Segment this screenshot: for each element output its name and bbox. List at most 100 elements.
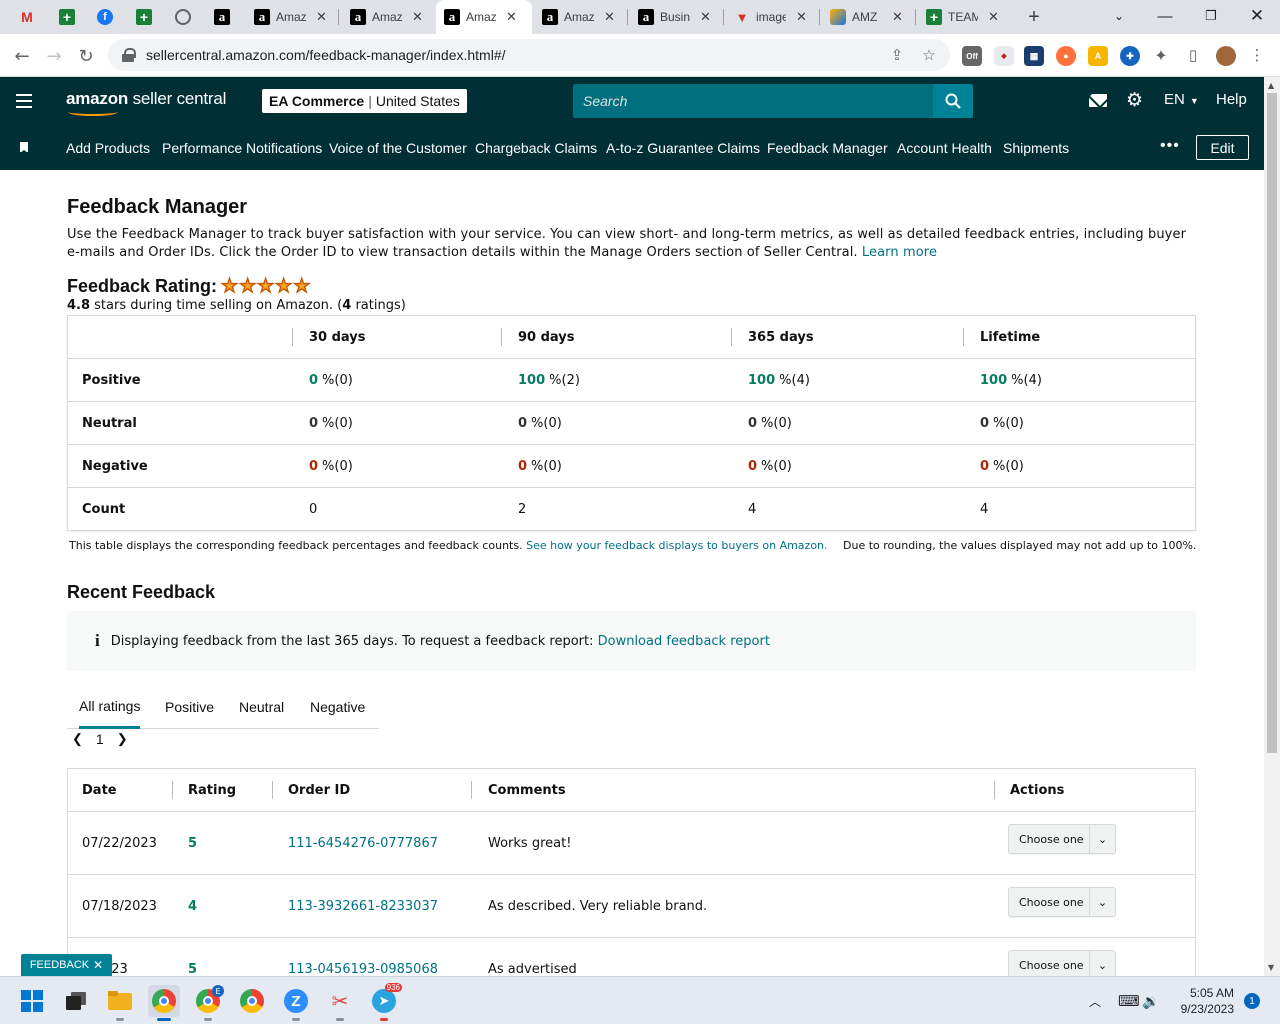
tab-sheets-1[interactable]: + bbox=[48, 0, 86, 34]
tab-gmail[interactable]: M bbox=[8, 0, 46, 34]
close-tab-icon[interactable]: ✕ bbox=[796, 9, 807, 25]
close-tab-icon[interactable]: ✕ bbox=[604, 9, 615, 25]
tab-negative[interactable]: Negative bbox=[310, 686, 365, 728]
tab-amazon-active[interactable]: a Amaz ✕ bbox=[436, 0, 532, 34]
search-button[interactable] bbox=[933, 84, 973, 118]
close-tab-icon[interactable]: ✕ bbox=[988, 9, 999, 25]
task-view-icon[interactable] bbox=[60, 985, 92, 1017]
close-tab-icon[interactable]: ✕ bbox=[892, 9, 903, 25]
tab-neutral[interactable]: Neutral bbox=[239, 686, 284, 728]
action-dropdown[interactable]: Choose one ⌄ bbox=[1008, 887, 1116, 917]
edit-nav-button[interactable]: Edit bbox=[1196, 135, 1249, 160]
learn-more-link[interactable]: Learn more bbox=[862, 245, 937, 260]
extension-icon-6[interactable]: ✚ bbox=[1120, 46, 1140, 66]
tab-amz[interactable]: AMZ ✕ bbox=[822, 0, 914, 34]
close-window-button[interactable]: ✕ bbox=[1234, 0, 1280, 32]
tab-positive[interactable]: Positive bbox=[165, 686, 214, 728]
tab-business[interactable]: a Busin ✕ bbox=[630, 0, 722, 34]
nav-shipments[interactable]: Shipments bbox=[1003, 125, 1069, 170]
tab-team[interactable]: + TEAM ✕ bbox=[918, 0, 1012, 34]
extension-icon-3[interactable]: ▦ bbox=[1024, 46, 1044, 66]
tab-amazon-1[interactable]: a Amaz ✕ bbox=[246, 0, 336, 34]
windows-start-icon[interactable] bbox=[16, 985, 48, 1017]
chrome-taskbar-icon-3[interactable] bbox=[236, 985, 268, 1017]
network-icon[interactable]: ⌨ bbox=[1118, 977, 1140, 1024]
chrome-taskbar-icon-active[interactable] bbox=[148, 985, 180, 1021]
telegram-taskbar-icon[interactable]: ➤ 936 bbox=[368, 983, 402, 1021]
close-tab-icon[interactable]: ✕ bbox=[316, 9, 327, 25]
volume-icon[interactable]: 🔉 bbox=[1142, 977, 1159, 1024]
bookmark-star-icon[interactable]: ☆ bbox=[920, 46, 938, 64]
nav-a-to-z-claims[interactable]: A-to-z Guarantee Claims bbox=[606, 125, 760, 170]
tab-amazon-pinned[interactable]: a bbox=[203, 0, 241, 34]
search-input[interactable]: Search bbox=[573, 84, 933, 118]
extension-icon-5[interactable]: A bbox=[1088, 46, 1108, 66]
bookmark-icon[interactable] bbox=[20, 142, 28, 153]
seller-central-logo[interactable]: amazon seller central bbox=[66, 89, 226, 116]
extension-icon-2[interactable]: ◆ bbox=[994, 46, 1014, 66]
extension-off-icon[interactable]: Off bbox=[962, 46, 982, 66]
tab-sheets-2[interactable]: + bbox=[125, 0, 163, 34]
file-explorer-icon[interactable] bbox=[104, 985, 136, 1021]
hamburger-menu-icon[interactable] bbox=[16, 94, 32, 108]
close-tab-icon[interactable]: ✕ bbox=[412, 9, 423, 25]
gear-icon[interactable]: ⚙ bbox=[1126, 89, 1143, 112]
back-button[interactable]: ← bbox=[8, 42, 36, 70]
chrome-profile-taskbar-icon[interactable]: E bbox=[192, 985, 224, 1021]
nav-performance-notifications[interactable]: Performance Notifications bbox=[162, 125, 322, 170]
zoom-taskbar-icon[interactable]: Z bbox=[280, 985, 312, 1021]
tab-search-icon[interactable]: ⌄ bbox=[1096, 0, 1142, 32]
nav-add-products[interactable]: Add Products bbox=[66, 125, 150, 170]
help-link[interactable]: Help bbox=[1216, 91, 1247, 108]
chevron-left-icon[interactable]: ❮ bbox=[72, 731, 83, 747]
tab-amazon-2[interactable]: a Amaz ✕ bbox=[342, 0, 434, 34]
chevron-right-icon[interactable]: ❯ bbox=[117, 731, 128, 747]
store-selector[interactable]: EA Commerce | United States bbox=[262, 89, 467, 113]
download-report-link[interactable]: Download feedback report bbox=[598, 634, 770, 649]
restore-button[interactable]: ❐ bbox=[1188, 0, 1234, 32]
close-icon[interactable]: ✕ bbox=[93, 958, 103, 972]
side-panel-icon[interactable]: ▯ bbox=[1184, 46, 1202, 64]
tab-facebook[interactable]: f bbox=[86, 0, 124, 34]
scroll-up-icon[interactable]: ▲ bbox=[1268, 81, 1274, 90]
scrollbar-thumb[interactable] bbox=[1267, 93, 1277, 753]
reload-button[interactable]: ↻ bbox=[72, 42, 100, 70]
page-scrollbar[interactable]: ▲ ▼ bbox=[1264, 77, 1280, 976]
page-number[interactable]: 1 bbox=[96, 731, 104, 747]
nav-chargeback-claims[interactable]: Chargeback Claims bbox=[475, 125, 597, 170]
minimize-button[interactable]: — bbox=[1142, 0, 1188, 32]
tray-overflow-icon[interactable]: ︿ bbox=[1089, 977, 1101, 1024]
order-id-link[interactable]: 111-6454276-0777867 bbox=[288, 812, 438, 874]
language-selector[interactable]: EN ▼ bbox=[1164, 91, 1199, 108]
share-icon[interactable]: ⇪ bbox=[888, 46, 906, 64]
menu-kebab-icon[interactable]: ⋮ bbox=[1248, 46, 1266, 64]
more-icon[interactable]: ••• bbox=[1160, 137, 1180, 155]
address-bar[interactable]: sellercentral.amazon.com/feedback-manage… bbox=[108, 39, 950, 71]
mail-icon[interactable] bbox=[1089, 94, 1107, 107]
system-clock[interactable]: 5:05 AM 9/23/2023 bbox=[1172, 985, 1234, 1017]
nav-account-health[interactable]: Account Health bbox=[897, 125, 992, 170]
new-tab-button[interactable]: + bbox=[1022, 5, 1046, 29]
puzzle-icon[interactable]: ✦ bbox=[1152, 46, 1170, 65]
extension-icon-4[interactable]: ● bbox=[1056, 46, 1076, 66]
close-tab-icon[interactable]: ✕ bbox=[506, 9, 517, 25]
tab-amazon-4[interactable]: a Amaz ✕ bbox=[534, 0, 626, 34]
notification-badge[interactable]: 1 bbox=[1244, 993, 1260, 1009]
forward-button[interactable]: → bbox=[40, 42, 68, 70]
tab-image[interactable]: ▼ image ✕ bbox=[726, 0, 818, 34]
order-id-link[interactable]: 113-3932661-8233037 bbox=[288, 875, 438, 937]
snipping-tool-icon[interactable]: ✂ bbox=[324, 985, 356, 1021]
close-tab-icon[interactable]: ✕ bbox=[700, 9, 711, 25]
nav-feedback-manager[interactable]: Feedback Manager bbox=[767, 125, 888, 170]
chevron-down-icon[interactable]: ⌄ bbox=[1089, 888, 1115, 916]
scroll-down-icon[interactable]: ▼ bbox=[1268, 963, 1274, 972]
chevron-down-icon[interactable]: ⌄ bbox=[1089, 951, 1115, 979]
action-dropdown[interactable]: Choose one ⌄ bbox=[1008, 824, 1116, 854]
profile-avatar[interactable] bbox=[1216, 46, 1236, 66]
nav-voice-of-the-customer[interactable]: Voice of the Customer bbox=[329, 125, 467, 170]
chevron-down-icon[interactable]: ⌄ bbox=[1089, 825, 1115, 853]
feedback-widget-tab[interactable]: FEEDBACK ✕ bbox=[21, 954, 112, 976]
feedback-display-link[interactable]: See how your feedback displays to buyers… bbox=[526, 539, 827, 552]
tab-all-ratings[interactable]: All ratings bbox=[79, 686, 141, 729]
tab-globe[interactable] bbox=[164, 0, 202, 34]
